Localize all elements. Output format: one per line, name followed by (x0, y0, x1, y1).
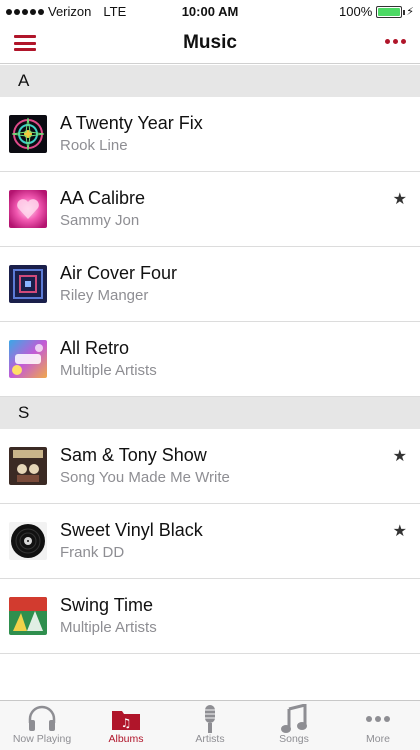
headphones-icon (0, 701, 84, 733)
star-icon[interactable]: ★ (393, 446, 407, 466)
tab-label: Artists (195, 733, 225, 745)
charging-icon: ⚡ (406, 6, 414, 18)
album-title: Sweet Vinyl Black (60, 520, 203, 540)
album-row[interactable]: AA Calibre Sammy Jon ★ (0, 172, 420, 247)
album-row[interactable]: Air Cover Four Riley Manger (0, 247, 420, 322)
tab-label: Now Playing (12, 733, 72, 745)
album-title: AA Calibre (60, 188, 146, 208)
album-artist: Song You Made Me Write (60, 469, 230, 486)
album-title: Sam & Tony Show (60, 445, 207, 465)
tab-songs[interactable]: Songs (252, 701, 336, 750)
album-row[interactable]: Sweet Vinyl Black Frank DD ★ (0, 504, 420, 579)
navigation-bar: Music (0, 22, 420, 64)
album-artist: Multiple Artists (60, 362, 157, 379)
album-art-square-frames (9, 265, 47, 303)
page-title: Music (183, 32, 237, 53)
music-note-icon (252, 701, 336, 733)
more-dots-icon (336, 701, 420, 733)
status-bar: Verizon LTE 10:00 AM 100% ⚡ (0, 0, 420, 22)
more-options-button[interactable] (385, 39, 406, 44)
album-art-show-poster (9, 447, 47, 485)
album-row[interactable]: All Retro Multiple Artists (0, 322, 420, 397)
albums-folder-icon: ♫ (84, 701, 168, 733)
album-art-vinyl-record (9, 522, 47, 560)
tab-label: Songs (279, 733, 309, 745)
tab-label: More (366, 733, 390, 745)
album-row[interactable]: A Twenty Year Fix Rook Line (0, 97, 420, 172)
album-title: Air Cover Four (60, 263, 178, 283)
battery-icon (376, 5, 406, 18)
microphone-icon (168, 701, 252, 733)
svg-text:♫: ♫ (121, 716, 132, 730)
album-art-dancers (9, 597, 47, 635)
album-art-retro (9, 340, 47, 378)
album-art-pink-heart (9, 190, 47, 228)
album-artist: Sammy Jon (60, 212, 140, 229)
tab-more[interactable]: More (336, 701, 420, 750)
album-artist: Riley Manger (60, 287, 149, 304)
tab-bar: Now Playing ♫ Albums Artists Songs More (0, 700, 420, 750)
album-artist: Rook Line (60, 137, 128, 154)
section-header-a: A (0, 65, 420, 97)
tab-albums[interactable]: ♫ Albums (84, 701, 168, 750)
album-title: All Retro (60, 338, 130, 358)
album-art-kaleidoscope (9, 115, 47, 153)
tab-now-playing[interactable]: Now Playing (0, 701, 84, 750)
album-artist: Multiple Artists (60, 619, 157, 636)
tab-label: Albums (108, 733, 144, 745)
star-icon[interactable]: ★ (393, 521, 407, 541)
tab-artists[interactable]: Artists (168, 701, 252, 750)
battery-percent: 100% (339, 4, 373, 19)
album-title: A Twenty Year Fix (60, 113, 203, 133)
star-icon[interactable]: ★ (393, 189, 407, 209)
album-title: Swing Time (60, 595, 154, 615)
album-artist: Frank DD (60, 544, 125, 561)
album-row[interactable]: Swing Time Multiple Artists (0, 579, 420, 654)
battery-info: 100% ⚡ (339, 4, 414, 19)
menu-button[interactable] (14, 35, 36, 51)
album-row[interactable]: Sam & Tony Show Song You Made Me Write ★ (0, 429, 420, 504)
section-header-s: S (0, 397, 420, 429)
